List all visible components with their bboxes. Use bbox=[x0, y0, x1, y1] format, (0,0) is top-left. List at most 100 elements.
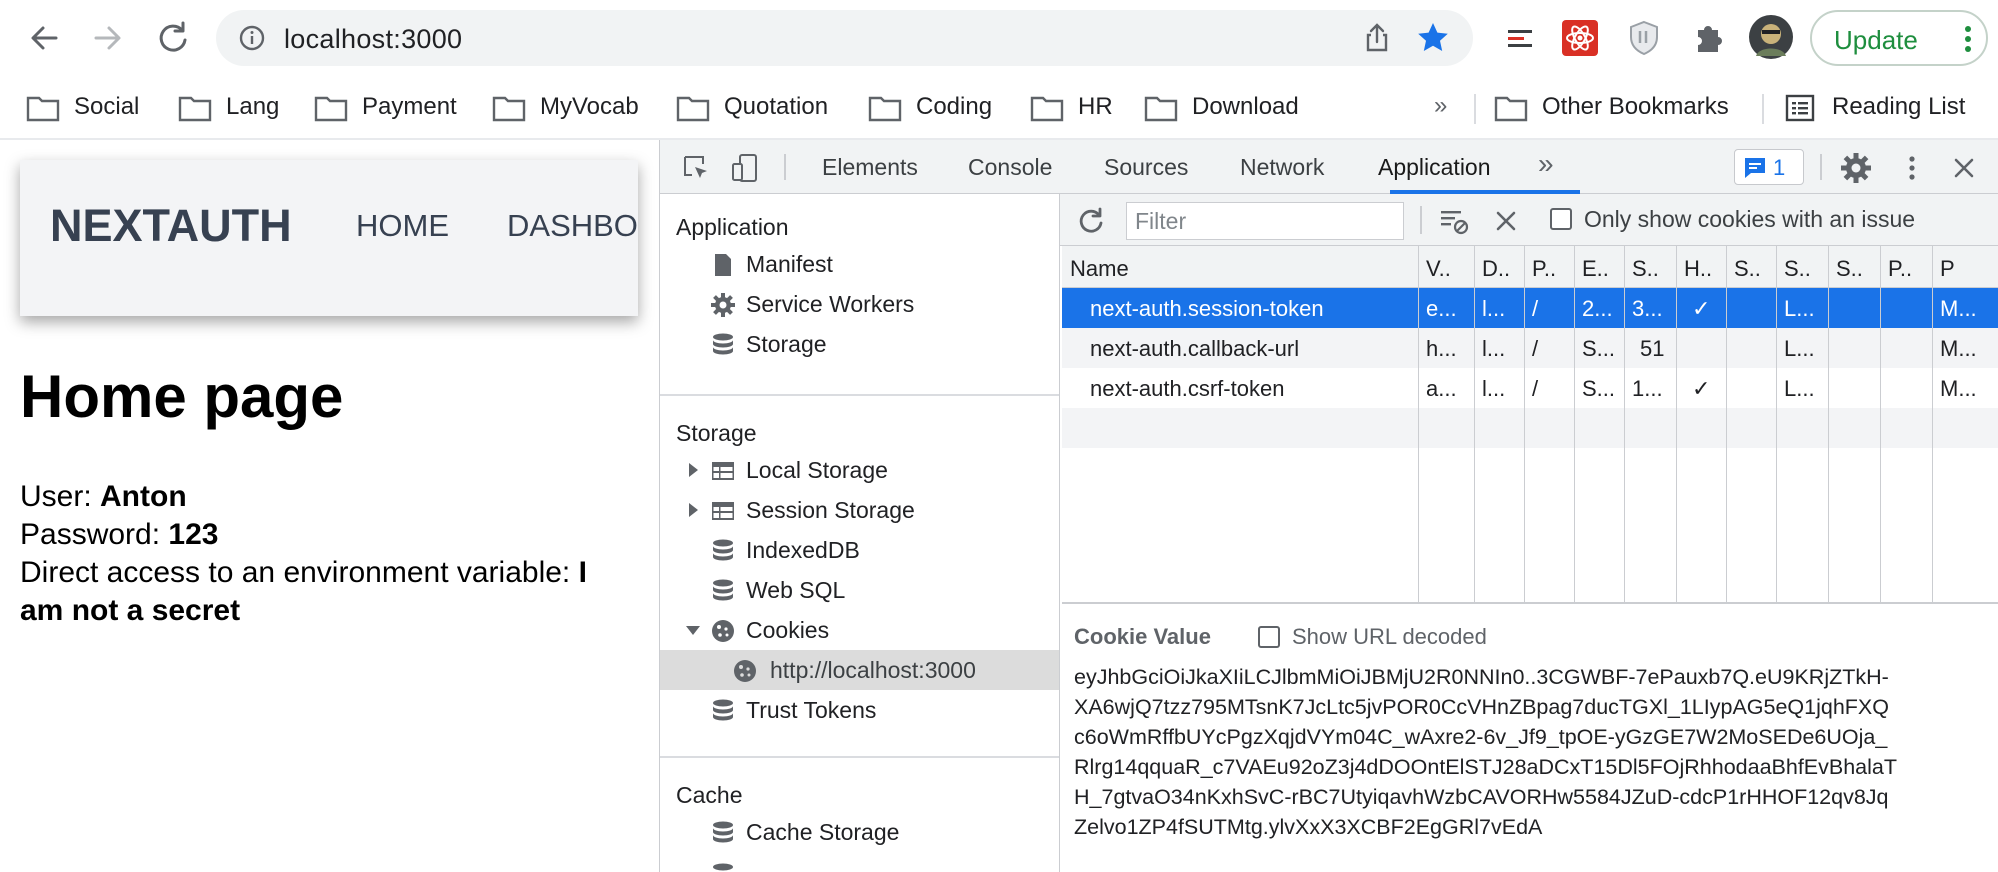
inspect-element-icon[interactable] bbox=[680, 152, 712, 184]
sidebar-item-cookie-origin[interactable]: http://localhost:3000 bbox=[660, 650, 1059, 690]
device-toolbar-icon[interactable] bbox=[730, 152, 762, 184]
cookie-value: h... bbox=[1426, 336, 1457, 361]
sidebar-separator bbox=[660, 756, 1059, 758]
gear-icon bbox=[711, 293, 735, 317]
table-row[interactable]: next-auth.callback-url h... l... / S... … bbox=[1062, 328, 1998, 368]
share-icon[interactable] bbox=[1361, 22, 1393, 54]
column-header-value[interactable]: V.. bbox=[1418, 246, 1474, 288]
profile-avatar-icon[interactable] bbox=[1748, 14, 1794, 60]
column-header-samesite[interactable]: S.. bbox=[1776, 246, 1828, 288]
cookie-icon bbox=[734, 660, 756, 682]
cookie-samesite: L... bbox=[1784, 336, 1815, 361]
column-header-httponly[interactable]: H.. bbox=[1676, 246, 1726, 288]
extension-lines-icon[interactable] bbox=[1500, 18, 1540, 58]
info-icon[interactable] bbox=[238, 24, 266, 52]
cookie-filter-input[interactable] bbox=[1126, 202, 1404, 240]
cookie-name: next-auth.callback-url bbox=[1090, 336, 1300, 361]
table-row-empty bbox=[1062, 408, 1998, 448]
bookmarks-overflow-button[interactable]: » bbox=[1434, 92, 1447, 120]
expand-arrow-icon[interactable] bbox=[686, 502, 700, 518]
back-button[interactable] bbox=[24, 18, 64, 58]
close-icon[interactable] bbox=[1948, 152, 1980, 184]
column-header-expires[interactable]: E.. bbox=[1574, 246, 1624, 288]
sidebar-header-storage: Storage bbox=[676, 420, 757, 446]
reload-button[interactable] bbox=[152, 18, 192, 58]
sidebar-header-application: Application bbox=[676, 214, 789, 240]
cookie-value-text[interactable]: eyJhbGciOiJkaXIiLCJlbmMiOiJBMjU2R0NNIn0.… bbox=[1074, 662, 1994, 842]
forward-button[interactable] bbox=[88, 18, 128, 58]
expand-arrow-icon[interactable] bbox=[686, 462, 700, 478]
site-brand[interactable]: NEXTAUTH bbox=[50, 200, 292, 252]
reload-icon bbox=[159, 21, 187, 52]
refresh-icon[interactable] bbox=[1074, 205, 1106, 237]
table-row[interactable]: next-auth.csrf-token a... l... / S... 1.… bbox=[1062, 368, 1998, 408]
database-icon bbox=[713, 579, 733, 601]
react-devtools-icon[interactable] bbox=[1560, 18, 1600, 58]
update-button[interactable]: Update bbox=[1810, 10, 1988, 66]
bookmark-label: Reading List bbox=[1832, 93, 1966, 120]
nav-link-home[interactable]: HOME bbox=[356, 208, 449, 244]
column-header-path[interactable]: P.. bbox=[1524, 246, 1574, 288]
tab-elements[interactable]: Elements bbox=[822, 154, 918, 181]
url-text: localhost:3000 bbox=[284, 24, 463, 54]
bookmark-star-icon[interactable] bbox=[1415, 20, 1451, 56]
nav-link-dashboard[interactable]: DASHBOARD bbox=[507, 208, 638, 244]
column-header-sameparty[interactable]: S.. bbox=[1828, 246, 1880, 288]
bookmark-label: Social bbox=[74, 93, 140, 120]
sidebar-item-storage-overview[interactable]: Storage bbox=[660, 324, 1059, 364]
address-bar[interactable]: localhost:3000 bbox=[216, 10, 1473, 66]
env-value: I bbox=[578, 556, 587, 589]
column-header-partition[interactable]: P.. bbox=[1880, 246, 1932, 288]
puzzle-extensions-icon[interactable] bbox=[1688, 18, 1728, 58]
cookie-size: 3... bbox=[1632, 296, 1663, 321]
cookie-table[interactable]: Name V.. D.. P.. E.. S.. H.. S.. S.. S..… bbox=[1062, 246, 1998, 604]
folder-icon bbox=[868, 96, 902, 122]
clear-filtered-cookies-icon[interactable] bbox=[1438, 205, 1470, 237]
collapse-arrow-icon[interactable] bbox=[686, 622, 700, 638]
column-header-name[interactable]: Name bbox=[1062, 246, 1418, 288]
sidebar-item-indexeddb[interactable]: IndexedDB bbox=[660, 530, 1059, 570]
tab-console[interactable]: Console bbox=[968, 154, 1052, 181]
table-row[interactable]: next-auth.session-token e... l... / 2...… bbox=[1062, 288, 1998, 328]
password-line: Password: 123 bbox=[20, 518, 218, 552]
password-label: Password: bbox=[20, 518, 169, 551]
tab-sources[interactable]: Sources bbox=[1104, 154, 1188, 181]
clear-all-icon[interactable] bbox=[1490, 205, 1522, 237]
more-tabs-button[interactable]: » bbox=[1538, 148, 1554, 180]
column-header-secure[interactable]: S.. bbox=[1726, 246, 1776, 288]
more-vert-icon[interactable] bbox=[1896, 152, 1928, 184]
sidebar-item-label: Web SQL bbox=[746, 577, 846, 603]
more-vert-icon[interactable] bbox=[1964, 24, 1972, 54]
bookmarks-bar: Social Lang Payment MyVocab Quotation Co… bbox=[0, 82, 1998, 134]
column-divider bbox=[1474, 246, 1475, 602]
tab-network[interactable]: Network bbox=[1240, 154, 1324, 181]
cookie-expires: S... bbox=[1582, 376, 1616, 401]
show-url-decoded-checkbox[interactable] bbox=[1258, 626, 1280, 648]
sidebar-item-web-sql[interactable]: Web SQL bbox=[660, 570, 1059, 610]
column-header-size[interactable]: S.. bbox=[1624, 246, 1676, 288]
reading-list-icon bbox=[1785, 94, 1815, 122]
tab-application[interactable]: Application bbox=[1378, 154, 1491, 181]
update-button-label: Update bbox=[1834, 25, 1918, 55]
folder-icon bbox=[492, 96, 526, 122]
cookie-domain: l... bbox=[1482, 296, 1506, 321]
cookie-name: next-auth.csrf-token bbox=[1090, 376, 1285, 401]
env-line-continued: am not a secret bbox=[20, 594, 240, 628]
sidebar-item-session-storage[interactable]: Session Storage bbox=[660, 490, 1059, 530]
sidebar-item-service-workers[interactable]: Service Workers bbox=[660, 284, 1059, 324]
column-header-priority[interactable]: P bbox=[1932, 246, 1998, 288]
shield-icon[interactable] bbox=[1624, 18, 1664, 58]
sidebar-item-manifest[interactable]: Manifest bbox=[660, 244, 1059, 284]
column-header-domain[interactable]: D.. bbox=[1474, 246, 1524, 288]
user-value: Anton bbox=[100, 480, 187, 513]
sidebar-item-cookies[interactable]: Cookies bbox=[660, 610, 1059, 650]
sidebar-item-trust-tokens[interactable]: Trust Tokens bbox=[660, 690, 1059, 730]
issues-count: 1 bbox=[1773, 155, 1786, 180]
cookie-samesite: L... bbox=[1784, 376, 1815, 401]
only-issues-label: Only show cookies with an issue bbox=[1584, 206, 1916, 232]
sidebar-item-local-storage[interactable]: Local Storage bbox=[660, 450, 1059, 490]
only-issues-checkbox[interactable] bbox=[1550, 208, 1572, 230]
issues-counter-button[interactable]: 1 bbox=[1734, 149, 1804, 185]
sidebar-item-cache-storage[interactable]: Cache Storage bbox=[660, 812, 1059, 852]
settings-gear-icon[interactable] bbox=[1840, 152, 1872, 184]
